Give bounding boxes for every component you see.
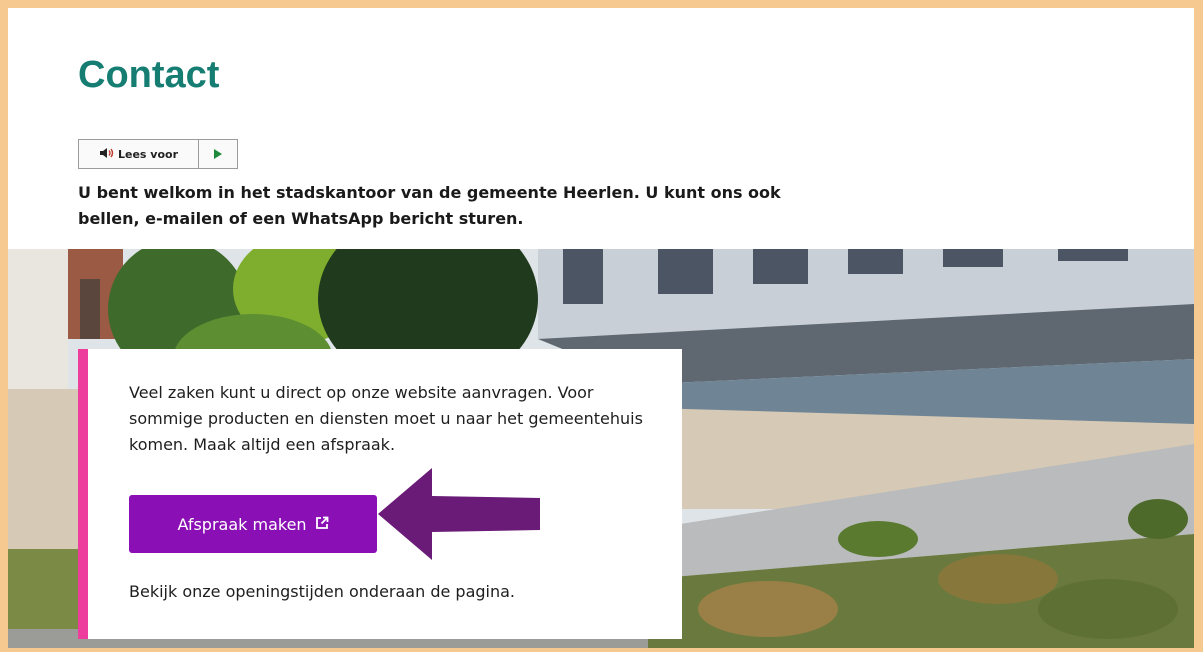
play-icon [213,145,223,164]
card-text: Veel zaken kunt u direct op onze website… [129,383,643,454]
pointer-arrow-icon [378,468,548,564]
speaker-icon [99,147,115,162]
button-label: Afspraak maken [177,514,307,534]
read-aloud-label: Lees voor [117,147,179,161]
read-aloud-button[interactable]: Lees voor [79,140,199,168]
play-button[interactable] [199,140,237,168]
external-link-icon [315,515,329,534]
intro-text: U bent welkom in het stadskantoor van de… [78,183,781,228]
read-aloud-widget: Lees voor [78,139,238,169]
make-appointment-button[interactable]: Afspraak maken [129,495,377,553]
page-frame: Contact Lees voor U bent welkom in het s… [8,8,1194,648]
page-title: Contact [78,54,220,96]
opening-hours-note: Bekijk onze openingstijden onderaan de p… [129,582,516,601]
